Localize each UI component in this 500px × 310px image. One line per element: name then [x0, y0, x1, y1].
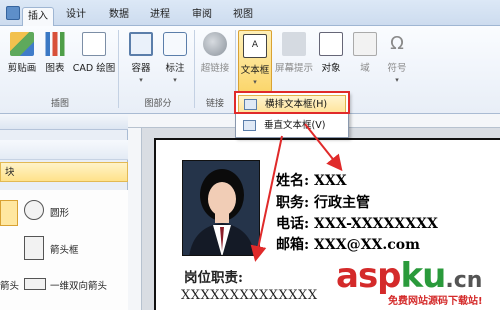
- watermark-subtitle: 免费网站源码下载站!: [388, 296, 483, 307]
- shape-rectangle-thumb[interactable]: [0, 200, 18, 226]
- symbol-button[interactable]: Ω 符号 ▾: [382, 32, 412, 84]
- shape-arrow-box-label: 箭头框: [50, 245, 79, 256]
- clipart-label: 剪贴画: [7, 63, 37, 74]
- tab-design[interactable]: 设计: [60, 6, 92, 26]
- resume-name: 姓名: XXX: [276, 173, 347, 189]
- tab-process[interactable]: 进程: [144, 6, 176, 26]
- shape-double-arrow-thumb[interactable]: [24, 278, 46, 290]
- cad-button[interactable]: CAD 绘图: [72, 32, 116, 74]
- field-label: 域: [360, 63, 370, 74]
- group-label-diagram-parts: 图部分: [144, 99, 172, 109]
- tab-view[interactable]: 视图: [227, 6, 259, 26]
- menu-item-vertical-label: 垂直文本框(V): [264, 120, 326, 131]
- stencil-row-blocks-label: 块: [5, 167, 15, 178]
- container-button[interactable]: 容器 ▾: [124, 32, 158, 84]
- vertical-textbox-icon: [243, 120, 256, 131]
- chart-button[interactable]: 图表: [40, 32, 70, 74]
- cad-label: CAD 绘图: [72, 63, 116, 74]
- tab-review[interactable]: 审阅: [186, 6, 218, 26]
- tab-insert[interactable]: 插入: [22, 7, 54, 27]
- callout-button[interactable]: 标注 ▾: [158, 32, 192, 84]
- group-label-illustrations: 插图: [50, 99, 69, 109]
- hyperlink-label: 超链接: [200, 63, 230, 74]
- callout-label: 标注: [165, 63, 185, 74]
- stencil-row[interactable]: [0, 140, 128, 160]
- stencil-row-blocks[interactable]: 块: [0, 162, 128, 182]
- tab-data[interactable]: 数据: [103, 6, 135, 26]
- clipart-button[interactable]: 剪贴画: [4, 32, 40, 74]
- ribbon-tab-bar: 插入 设计 数据 进程 审阅 视图: [0, 0, 500, 27]
- screentip-icon: [282, 32, 306, 56]
- chart-label: 图表: [45, 63, 65, 74]
- resume-phone: 电话: XXX-XXXXXXXX: [276, 216, 438, 232]
- shapes-grid: 圆形 箭头框 箭头 一维双向箭头: [0, 190, 128, 310]
- group-divider: [118, 30, 119, 108]
- container-dropdown-arrow: ▾: [139, 76, 143, 84]
- globe-icon: [203, 32, 227, 56]
- field-icon: [353, 32, 377, 56]
- bar-chart-icon: [43, 32, 67, 56]
- shapes-panel-header: [0, 114, 128, 130]
- vertical-ruler: [128, 128, 142, 310]
- shape-circle-thumb[interactable]: [24, 200, 44, 220]
- clipart-icon: [10, 32, 34, 56]
- callout-dropdown-arrow: ▾: [173, 76, 177, 84]
- callout-icon: [163, 32, 187, 56]
- container-icon: [129, 32, 153, 56]
- watermark-asp: asp: [336, 256, 402, 296]
- textbox-dropdown-arrow: ▾: [253, 78, 257, 86]
- shapes-panel: 块 圆形 箭头框 箭头 一维双向箭头: [0, 114, 128, 310]
- watermark-ku: ku: [400, 256, 447, 296]
- shape-double-arrow-label: 一维双向箭头: [50, 281, 108, 292]
- profile-photo: [182, 160, 260, 256]
- textbox-icon: A: [243, 34, 267, 58]
- object-label: 对象: [321, 63, 341, 74]
- watermark-logo: aspku.cn: [336, 256, 482, 296]
- portrait-image: [183, 161, 259, 255]
- menu-item-vertical-textbox[interactable]: 垂直文本框(V): [238, 117, 346, 136]
- group-label-links: 链接: [205, 99, 224, 109]
- container-label: 容器: [131, 63, 151, 74]
- resume-email: 邮箱: XXX@XX.com: [276, 237, 420, 253]
- hyperlink-button[interactable]: 超链接: [196, 32, 234, 74]
- shape-circle-label: 圆形: [50, 208, 70, 219]
- textbox-label: 文本框: [240, 65, 270, 76]
- horizontal-textbox-icon: [244, 99, 257, 110]
- menu-item-horizontal-textbox[interactable]: 横排文本框(H): [238, 95, 346, 114]
- resume-title: 职务: 行政主管: [276, 195, 371, 211]
- screentip-button[interactable]: 屏幕提示: [274, 32, 314, 74]
- watermark-cn: .cn: [445, 268, 483, 293]
- symbol-dropdown-arrow: ▾: [395, 76, 399, 84]
- cad-drawing-icon: [82, 32, 106, 56]
- shape-arrow-box-thumb[interactable]: [24, 236, 44, 260]
- field-button[interactable]: 域: [350, 32, 380, 74]
- shape-arrow-label: 箭头: [0, 281, 20, 292]
- menu-item-horizontal-label: 横排文本框(H): [265, 99, 328, 110]
- omega-icon: Ω: [390, 33, 404, 54]
- object-button[interactable]: 对象: [316, 32, 346, 74]
- textbox-button[interactable]: A 文本框 ▾: [238, 30, 272, 92]
- job-duties-text: XXXXXXXXXXXXXX: [181, 288, 318, 303]
- textbox-dropdown-menu: 横排文本框(H) 垂直文本框(V): [235, 92, 349, 138]
- quick-access-icon[interactable]: [6, 6, 20, 20]
- symbol-label: 符号: [387, 63, 407, 74]
- screentip-label: 屏幕提示: [274, 63, 313, 74]
- job-duties-heading: 岗位职责:: [184, 270, 243, 286]
- group-divider: [194, 30, 195, 108]
- object-icon: [319, 32, 343, 56]
